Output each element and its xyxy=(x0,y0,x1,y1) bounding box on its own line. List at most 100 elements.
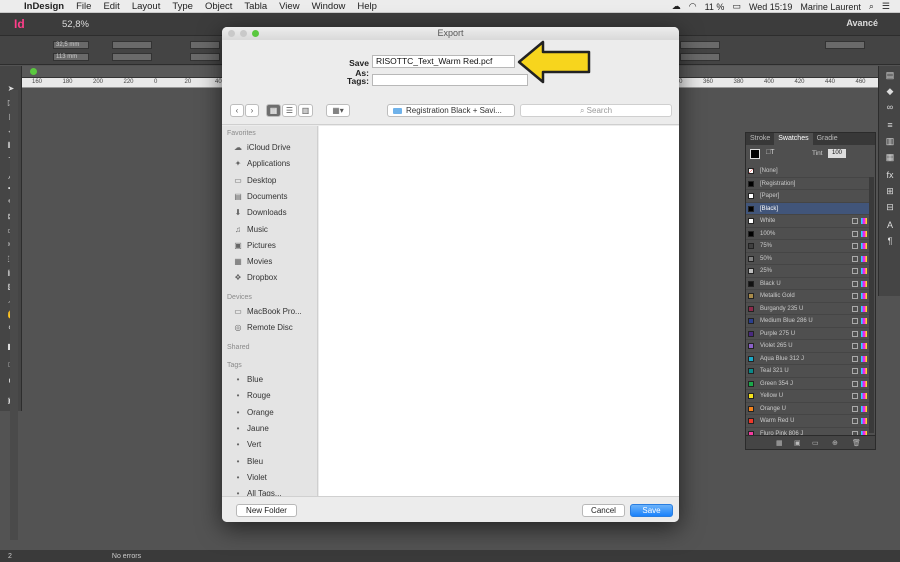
container-icon[interactable]: □T xyxy=(766,149,775,156)
sidebar-item-tag[interactable]: • Violet xyxy=(233,473,267,482)
swatch-row[interactable]: White xyxy=(746,215,870,228)
menu-indesign[interactable]: InDesign xyxy=(24,1,64,12)
height-field[interactable] xyxy=(112,53,152,61)
paragraph-styles-icon[interactable]: ¶ xyxy=(884,236,896,248)
battery-text[interactable]: 11 % xyxy=(705,2,725,12)
folder-icon[interactable]: ▭ xyxy=(812,439,819,447)
menu-window[interactable]: Window xyxy=(312,1,346,12)
swatch-row[interactable]: Purple 275 U xyxy=(746,328,870,340)
width-field[interactable] xyxy=(112,41,152,49)
clock[interactable]: Wed 15:19 xyxy=(749,2,792,12)
delete-swatch-icon[interactable]: 🗑 xyxy=(852,439,861,447)
sidebar-item-desktop[interactable]: ▭ Desktop xyxy=(233,176,276,185)
align-panel-icon[interactable]: ⊟ xyxy=(884,202,896,214)
icon-view-button[interactable]: ▦ xyxy=(266,104,281,117)
tab-close-icon[interactable] xyxy=(30,68,37,75)
stroke-weight-field[interactable] xyxy=(680,53,720,61)
minimize-icon[interactable] xyxy=(240,30,247,37)
sidebar-item-device[interactable]: ◎ Remote Disc xyxy=(233,323,293,332)
swatch-row[interactable]: 50% xyxy=(746,253,870,265)
swatch-row[interactable]: Teal 321 U xyxy=(746,365,870,378)
menu-help[interactable]: Help xyxy=(357,1,377,12)
file-browser-area[interactable] xyxy=(319,126,679,496)
user-name[interactable]: Marine Laurent xyxy=(800,2,861,12)
text-wrap-panel-icon[interactable]: ⊞ xyxy=(884,186,896,198)
list-view-button[interactable]: ☰ xyxy=(282,104,297,117)
pages-panel-icon[interactable]: ▤ xyxy=(884,70,896,82)
show-colors-icon[interactable]: ▣ xyxy=(794,439,801,447)
tab-swatches[interactable]: Swatches xyxy=(774,133,813,145)
sidebar-item-documents[interactable]: ▤ Documents xyxy=(233,192,287,201)
color-panel-icon[interactable]: ▥ xyxy=(884,136,896,148)
swatch-row[interactable]: 100% xyxy=(746,228,870,240)
swatch-row[interactable]: Medium Blue 286 U xyxy=(746,315,870,328)
x-position-field[interactable]: 32,5 mm xyxy=(53,41,89,49)
menu-view[interactable]: View xyxy=(279,1,299,12)
swatch-row[interactable]: Orange U xyxy=(746,403,870,415)
zoom-level[interactable]: 52,8% xyxy=(62,19,89,30)
scale-x-field[interactable] xyxy=(190,41,220,49)
arrange-button[interactable]: ▦▾ xyxy=(326,104,350,117)
swatch-row[interactable]: Green 354 J xyxy=(746,378,870,390)
spotlight-icon[interactable]: ⌕ xyxy=(869,1,874,12)
pasteboard-scrollbar[interactable] xyxy=(10,90,18,540)
tab-stroke[interactable]: Stroke xyxy=(746,133,774,145)
swatch-row[interactable]: [Black] xyxy=(746,202,870,215)
tags-input[interactable] xyxy=(372,74,528,86)
sidebar-item-tag[interactable]: • Vert xyxy=(233,440,262,449)
swatch-row[interactable]: Burgandy 235 U xyxy=(746,303,870,315)
menu-file[interactable]: File xyxy=(76,1,91,12)
preflight-status[interactable]: No errors xyxy=(112,553,141,560)
frame-fitting-field[interactable] xyxy=(825,41,865,49)
sidebar-item-tag[interactable]: • Jaune xyxy=(233,424,269,433)
save-button[interactable]: Save xyxy=(630,504,673,517)
sidebar-item-tag[interactable]: • Blue xyxy=(233,375,263,384)
show-all-icon[interactable]: ▦ xyxy=(776,439,783,447)
swatch-row[interactable]: 25% xyxy=(746,265,870,278)
swatch-row[interactable]: Aqua Blue 312 J xyxy=(746,353,870,365)
page-navigator[interactable]: 2 xyxy=(8,553,12,560)
character-styles-icon[interactable]: A xyxy=(884,220,896,232)
sidebar-item-music[interactable]: ♫ Music xyxy=(233,225,268,234)
menu-layout[interactable]: Layout xyxy=(132,1,161,12)
sidebar-item-tag[interactable]: • Bleu xyxy=(233,457,263,466)
cloud-status-icon[interactable]: ☁ xyxy=(672,1,681,12)
swatch-row[interactable]: [Registration] xyxy=(746,178,870,190)
sidebar-item-tag[interactable]: • Orange xyxy=(233,408,274,417)
wifi-icon[interactable]: ◠ xyxy=(689,1,697,12)
menu-table[interactable]: Tabla xyxy=(244,1,267,12)
close-icon[interactable] xyxy=(228,30,235,37)
back-button[interactable]: ‹ xyxy=(230,104,244,117)
column-view-button[interactable]: ▥ xyxy=(298,104,313,117)
sidebar-item-tag[interactable]: • Rouge xyxy=(233,391,271,400)
swatch-row[interactable]: Black U xyxy=(746,278,870,290)
swatch-row[interactable]: [Paper] xyxy=(746,190,870,203)
swatches-panel-icon[interactable]: ▦ xyxy=(884,152,896,164)
menu-type[interactable]: Type xyxy=(172,1,193,12)
menu-object[interactable]: Object xyxy=(205,1,232,12)
swatches-scrollbar[interactable] xyxy=(869,177,874,433)
effects-panel-icon[interactable]: fx xyxy=(884,170,896,182)
sidebar-item-applications[interactable]: ✦ Applications xyxy=(233,159,291,168)
menu-edit[interactable]: Edit xyxy=(103,1,119,12)
battery-icon[interactable]: ▭ xyxy=(732,1,741,12)
sidebar-item-icloud-drive[interactable]: ☁ iCloud Drive xyxy=(233,143,291,152)
workspace-switcher[interactable]: Avancé xyxy=(846,18,878,28)
swatch-row[interactable]: 75% xyxy=(746,240,870,253)
links-panel-icon[interactable]: ∞ xyxy=(884,102,896,114)
filename-input[interactable]: RISOTTC_Text_Warm Red.pcf xyxy=(372,55,515,68)
new-folder-button[interactable]: New Folder xyxy=(236,504,297,517)
swatch-row[interactable]: Warm Red U xyxy=(746,415,870,428)
swatch-row[interactable]: Metallic Gold xyxy=(746,290,870,303)
sidebar-item-movies[interactable]: ▦ Movies xyxy=(233,257,272,266)
zoom-icon[interactable] xyxy=(252,30,259,37)
swatch-row[interactable]: [None] xyxy=(746,165,870,178)
swatch-row[interactable]: Violet 265 U xyxy=(746,340,870,353)
notification-icon[interactable]: ☰ xyxy=(882,1,890,12)
y-position-field[interactable]: 113 mm xyxy=(53,53,89,61)
cancel-button[interactable]: Cancel xyxy=(582,504,625,517)
sidebar-item-downloads[interactable]: ⬇ Downloads xyxy=(233,208,287,217)
tint-field[interactable]: 100 xyxy=(828,149,846,158)
sidebar-item-device[interactable]: ▭ MacBook Pro... xyxy=(233,307,301,316)
stroke-style-field[interactable] xyxy=(680,41,720,49)
